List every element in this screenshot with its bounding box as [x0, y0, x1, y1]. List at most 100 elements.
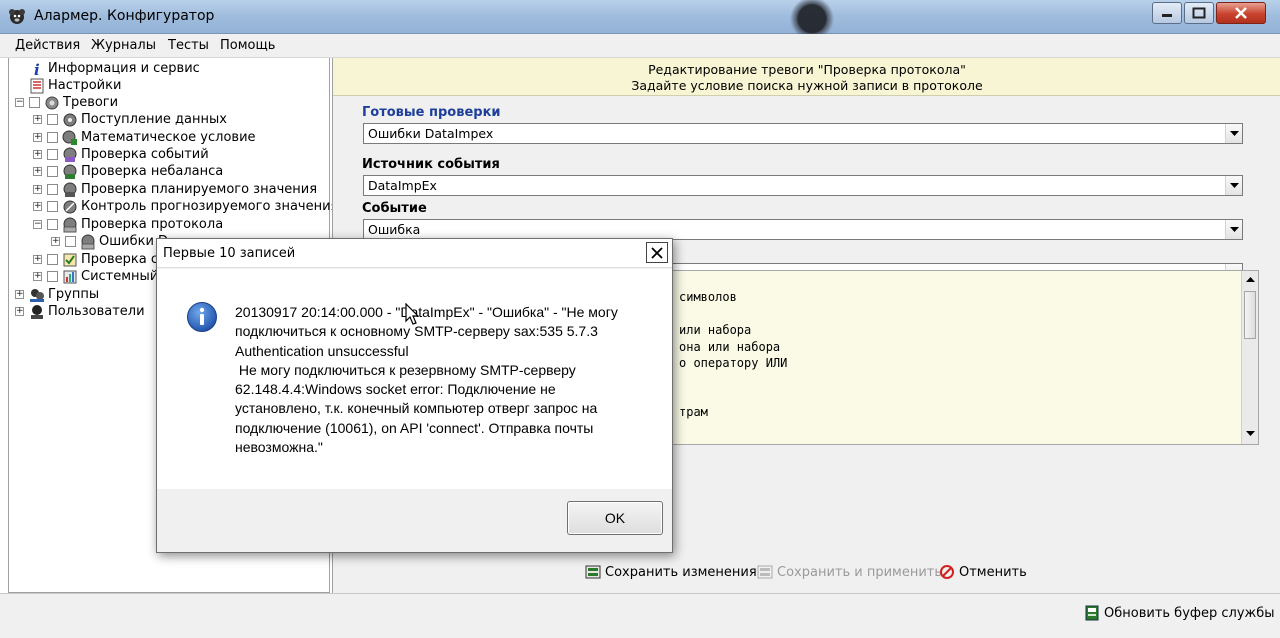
editor-header-title: Редактирование тревоги "Проверка протоко… — [648, 62, 966, 77]
event-value: Ошибка — [368, 222, 421, 237]
save-icon — [585, 565, 601, 579]
dropdown-arrow-icon[interactable] — [1225, 176, 1242, 195]
groups-icon — [30, 288, 44, 302]
maximize-button[interactable] — [1184, 2, 1214, 24]
expand-toggle[interactable]: + — [33, 185, 42, 194]
minimize-button[interactable] — [1152, 2, 1182, 24]
app-dog-icon — [9, 9, 25, 24]
cancel-button[interactable]: Отменить — [939, 564, 1027, 580]
tree-checkbox[interactable] — [47, 114, 58, 125]
ready-checks-label: Готовые проверки — [362, 105, 501, 120]
window-titlebar[interactable]: Алармер. Конфигуратор — [0, 0, 1280, 34]
tree-checkbox[interactable] — [47, 132, 58, 143]
expand-toggle[interactable]: + — [51, 237, 60, 246]
tree-item-balance[interactable]: + Проверка небаланса — [33, 163, 223, 180]
plan-icon — [63, 182, 77, 197]
expand-toggle[interactable]: + — [33, 133, 42, 142]
dialog-message: 20130917 20:14:00.000 - "DataImpEx" - "О… — [235, 304, 618, 456]
tree-checkbox[interactable] — [29, 97, 40, 108]
dialog-close-button[interactable] — [646, 242, 668, 263]
collapse-toggle[interactable]: − — [33, 220, 42, 229]
menu-tests[interactable]: Тесты — [168, 38, 209, 53]
title-decoration — [780, 0, 844, 34]
menu-journals[interactable]: Журналы — [91, 38, 156, 53]
event-source-value: DataImpEx — [368, 178, 437, 193]
tree-item-forecast[interactable]: + Контроль прогнозируемого значения — [33, 198, 338, 215]
tree-checkbox[interactable] — [47, 271, 58, 282]
system-icon — [63, 270, 77, 283]
dropdown-arrow-icon[interactable] — [1225, 124, 1242, 143]
expand-toggle[interactable]: + — [33, 272, 42, 281]
scroll-up-icon[interactable] — [1246, 277, 1255, 283]
textarea-line: символов — [679, 290, 737, 304]
tree-item-settings[interactable]: Настройки — [15, 77, 121, 94]
event-source-select[interactable]: DataImpEx — [363, 175, 1243, 196]
save-changes-button[interactable]: Сохранить изменения — [585, 564, 757, 580]
menu-actions[interactable]: Действия — [15, 38, 80, 53]
scrollbar-thumb[interactable] — [1244, 291, 1256, 339]
tree-item-dataimpex-errors[interactable]: + Ошибки D — [51, 233, 168, 250]
tree-item-system[interactable]: + Системный — [33, 268, 158, 285]
math-icon — [62, 130, 77, 145]
event-label: Событие — [362, 201, 427, 216]
tree-checkbox[interactable] — [47, 254, 58, 265]
expand-toggle[interactable]: + — [15, 290, 24, 299]
expand-toggle[interactable]: + — [33, 167, 42, 176]
alarms-icon — [45, 96, 59, 109]
tree-item-label: Информация и сервис — [48, 61, 200, 76]
ready-checks-select[interactable]: Ошибки DataImpex — [363, 123, 1243, 144]
tree-checkbox[interactable] — [47, 166, 58, 177]
protocol-icon — [63, 217, 77, 232]
vertical-scrollbar[interactable] — [1241, 271, 1258, 444]
dialog-titlebar[interactable]: Первые 10 записей — [157, 239, 672, 268]
tree-checkbox[interactable] — [65, 236, 76, 247]
tree-item-info[interactable]: i Информация и сервис — [15, 60, 200, 77]
expand-toggle[interactable]: + — [33, 150, 42, 159]
tree-item-data-arrival[interactable]: + Поступление данных — [33, 111, 227, 128]
status-bar: Обновить буфер службы — [0, 593, 1280, 638]
save-and-apply-label: Сохранить и применить — [777, 564, 943, 580]
expand-toggle[interactable]: + — [33, 255, 42, 264]
close-window-button[interactable] — [1216, 2, 1266, 24]
balance-icon — [63, 164, 77, 179]
save-and-apply-button[interactable]: Сохранить и применить — [757, 564, 942, 580]
ready-checks-value: Ошибки DataImpex — [368, 126, 494, 141]
tree-item-check[interactable]: + Проверка с — [33, 251, 158, 268]
tree-item-groups[interactable]: + Группы — [15, 286, 99, 303]
tree-item-label: Настройки — [48, 78, 122, 93]
textarea-line: она или набора — [679, 340, 781, 354]
tree-item-math[interactable]: + Математическое условие — [33, 129, 256, 146]
tree-checkbox[interactable] — [47, 149, 58, 160]
dropdown-arrow-icon[interactable] — [1225, 220, 1242, 239]
tree-item-label: Поступление данных — [81, 112, 227, 127]
scroll-down-icon[interactable] — [1246, 431, 1255, 437]
refresh-service-buffer-label: Обновить буфер службы — [1104, 605, 1275, 621]
close-icon — [1235, 7, 1247, 19]
tree-item-label: Проверка событий — [81, 147, 209, 162]
tree-item-label: Проверка небаланса — [81, 164, 224, 179]
tree-item-plan[interactable]: + Проверка планируемого значения — [33, 181, 317, 198]
expand-toggle[interactable]: + — [15, 307, 24, 316]
tree-checkbox[interactable] — [47, 184, 58, 195]
tree-item-label: Системный — [81, 269, 159, 284]
tree-item-label: Контроль прогнозируемого значения — [81, 199, 339, 214]
ok-button[interactable]: OK — [567, 501, 663, 535]
expand-toggle[interactable]: + — [33, 202, 42, 211]
event-select[interactable]: Ошибка — [363, 219, 1243, 240]
tree-checkbox[interactable] — [47, 201, 58, 212]
information-icon — [187, 302, 217, 332]
tree-item-protocol[interactable]: − Проверка протокола — [33, 216, 223, 233]
cancel-label: Отменить — [959, 564, 1027, 580]
expand-toggle[interactable]: + — [33, 115, 42, 124]
tree-item-users[interactable]: + Пользователи — [15, 303, 145, 320]
tree-checkbox[interactable] — [47, 219, 58, 230]
menu-help[interactable]: Помощь — [220, 38, 275, 53]
tree-item-label: Группы — [48, 287, 100, 302]
textarea-line: трам — [679, 405, 708, 419]
tree-item-alarms[interactable]: − Тревоги — [15, 94, 118, 111]
tree-item-label: Математическое условие — [81, 130, 256, 145]
tree-item-events[interactable]: + Проверка событий — [33, 146, 209, 163]
refresh-service-buffer-button[interactable]: Обновить буфер службы — [1084, 605, 1275, 621]
check-icon — [63, 253, 77, 266]
collapse-toggle[interactable]: − — [15, 98, 24, 107]
